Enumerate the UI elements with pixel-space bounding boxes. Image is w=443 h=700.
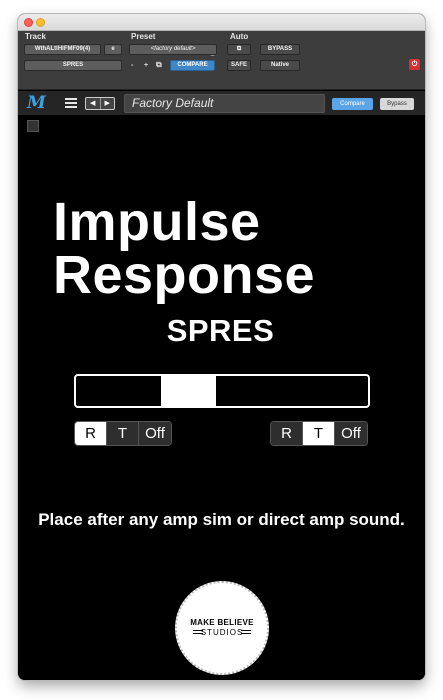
preset-plus-button[interactable]: + — [144, 61, 148, 70]
preset-label: Preset — [131, 32, 156, 41]
power-icon[interactable]: ⏻ — [409, 59, 420, 70]
right-mode-t-button[interactable]: T — [303, 422, 335, 445]
track-select[interactable]: WthALtIHIFMF09(4) — [24, 44, 101, 55]
native-button[interactable]: Native — [260, 60, 300, 71]
left-mode-selector: R T Off — [74, 421, 172, 446]
studio-logo: MAKE BELIEVE STUDIOS — [175, 581, 269, 675]
copy-icon[interactable]: ⧉ — [156, 60, 162, 69]
plugin-window: Track Preset Auto WthALtIHIFMF09(4) e SP… — [18, 14, 425, 680]
settings-square-icon[interactable] — [27, 120, 39, 132]
logo-text-line1: MAKE BELIEVE — [190, 618, 254, 627]
title-bar — [18, 14, 425, 31]
host-compare-button[interactable]: COMPARE — [170, 60, 215, 71]
close-window-button[interactable] — [24, 18, 33, 27]
track-group-select[interactable]: e — [104, 44, 122, 55]
logo-text-line2: STUDIOS — [200, 628, 244, 637]
title-line-1: Impulse — [53, 192, 261, 252]
preset-name-field[interactable]: Factory Default — [124, 94, 325, 113]
prev-preset-icon[interactable]: ◀ — [86, 98, 101, 109]
preset-minus-button[interactable]: - — [131, 61, 133, 70]
minimize-window-button[interactable] — [36, 18, 45, 27]
track-label: Track — [25, 32, 46, 41]
right-mode-r-button[interactable]: R — [271, 422, 303, 445]
insert-select[interactable]: SPRES — [24, 60, 122, 71]
right-mode-off-button[interactable]: Off — [335, 422, 367, 445]
plugin-toolbar: M ◀ ▶ Factory Default Compare Bypass — [18, 91, 425, 115]
right-mode-selector: R T Off — [270, 421, 368, 446]
preset-nav: ◀ ▶ — [85, 97, 115, 110]
auto-label: Auto — [230, 32, 249, 41]
title-line-2: Response — [53, 245, 316, 305]
instruction-text: Place after any amp sim or direct amp so… — [38, 510, 405, 529]
next-preset-icon[interactable]: ▶ — [101, 98, 115, 109]
track-group-value: e — [111, 46, 115, 52]
brand-logo-icon: M — [27, 93, 46, 113]
safe-button[interactable]: SAFE — [227, 60, 251, 71]
automation-icon[interactable]: ⧉ — [227, 44, 251, 55]
plugin-panel: Impulse Response SPRES R T Off R T Off Place… — [18, 115, 425, 680]
left-mode-t-button[interactable]: T — [107, 422, 139, 445]
left-mode-r-button[interactable]: R — [75, 422, 107, 445]
compare-button[interactable]: Compare — [332, 98, 373, 110]
ir-slider[interactable] — [74, 374, 370, 408]
host-bypass-button[interactable]: BYPASS — [260, 44, 300, 55]
subtitle: SPRES — [166, 313, 275, 348]
menu-icon[interactable] — [65, 98, 77, 108]
left-mode-off-button[interactable]: Off — [139, 422, 171, 445]
preset-select[interactable]: <factory default> — [129, 44, 217, 55]
bypass-button[interactable]: Bypass — [380, 98, 414, 110]
ir-slider-thumb[interactable] — [161, 376, 216, 406]
host-header: Track Preset Auto WthALtIHIFMF09(4) e SP… — [18, 31, 425, 90]
